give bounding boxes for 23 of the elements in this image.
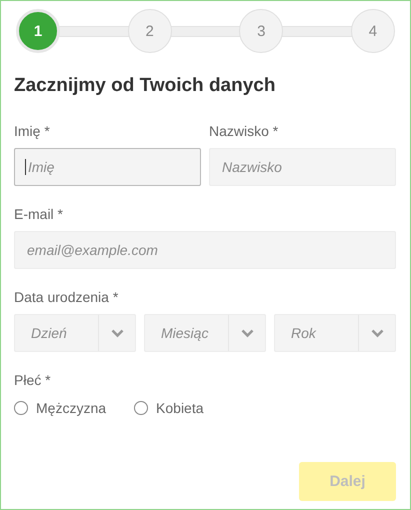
field-label: Data urodzenia * [14, 289, 120, 305]
dropdown[interactable]: Miesiąc [144, 314, 266, 352]
text-field[interactable]: Imię [14, 148, 201, 186]
radio-label[interactable]: Kobieta [156, 400, 204, 416]
email-field[interactable]: email@example.com [14, 231, 396, 269]
chevron-down-icon [370, 328, 384, 338]
radio-label[interactable]: Mężczyzna [36, 400, 106, 416]
radio-button[interactable] [14, 401, 28, 415]
step-indicator[interactable]: 1 [16, 9, 60, 53]
field-label: E-mail * [14, 206, 64, 222]
step-indicator[interactable]: 4 [350, 9, 395, 53]
radio-button[interactable] [134, 401, 148, 415]
step-indicator[interactable]: 3 [239, 9, 284, 53]
form-heading: Zacznijmy od Twoich danych [14, 75, 276, 97]
dropdown[interactable]: Rok [274, 314, 396, 352]
field-label: Płeć * [14, 372, 52, 388]
field-label: Nazwisko * [209, 123, 280, 139]
dropdown[interactable]: Dzień [14, 314, 136, 352]
field-label: Imię * [14, 123, 51, 139]
chevron-down-icon [240, 328, 254, 338]
chevron-down-icon [110, 328, 124, 338]
step-indicator[interactable]: 2 [128, 9, 172, 53]
text-cursor [25, 159, 26, 175]
